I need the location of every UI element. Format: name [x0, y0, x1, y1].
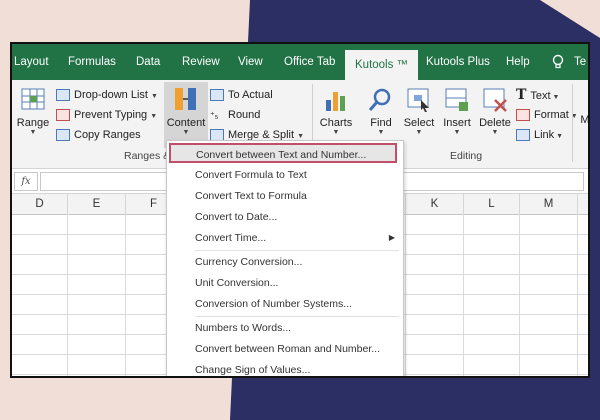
menu-item-convert-time[interactable]: Convert Time... ▶ [167, 228, 403, 248]
charts-button[interactable]: Charts ▼ [318, 86, 354, 136]
chevron-down-icon: ▼ [415, 129, 423, 136]
menu-separator [195, 250, 399, 251]
chevron-down-icon: ▼ [29, 129, 37, 136]
menu-item-convert-text-number[interactable]: Convert between Text and Number... [169, 143, 397, 163]
prevent-typing-button[interactable]: Prevent Typing ▼ [56, 106, 157, 124]
tab-data[interactable]: Data [136, 44, 160, 80]
group-label-ranges: Ranges & [124, 150, 171, 162]
chevron-right-icon: ▶ [388, 233, 395, 242]
column-header-e[interactable]: E [68, 194, 126, 214]
link-label: Link [534, 129, 555, 141]
menu-item-formula-to-text[interactable]: Convert Formula to Text [167, 165, 403, 185]
prevent-typing-icon [56, 109, 70, 122]
delete-button[interactable]: Delete ▼ [478, 86, 512, 136]
chevron-down-icon: ▼ [182, 129, 190, 136]
copy-ranges-icon [56, 129, 70, 142]
menu-item-currency-conversion[interactable]: Currency Conversion... [167, 252, 403, 272]
copy-ranges-button[interactable]: Copy Ranges [56, 126, 141, 144]
column-header-d[interactable]: D [12, 194, 68, 214]
delete-icon [483, 88, 507, 112]
menu-item-unit-conversion[interactable]: Unit Conversion... [167, 273, 403, 293]
round-icon: ⁺₅ [210, 110, 219, 121]
content-icon [175, 88, 196, 110]
format-button[interactable]: Format ▼ [516, 106, 578, 124]
tab-kutools[interactable]: Kutools ™ [345, 50, 419, 80]
range-label: Range [16, 117, 50, 129]
find-button[interactable]: Find ▼ [364, 86, 398, 136]
select-label: Select [403, 117, 435, 129]
delete-label: Delete [479, 117, 511, 129]
group-separator [572, 84, 573, 162]
text-label: Text [530, 90, 551, 102]
insert-button[interactable]: Insert ▼ [440, 86, 474, 136]
copy-ranges-label: Copy Ranges [74, 129, 141, 141]
text-icon: T [516, 87, 527, 103]
lightbulb-icon[interactable] [552, 44, 564, 80]
tab-review[interactable]: Review [182, 44, 220, 80]
prevent-typing-label: Prevent Typing [74, 109, 148, 121]
content-button[interactable]: Content ▼ [164, 82, 208, 148]
link-icon [516, 129, 530, 142]
menu-item-convert-time-label: Convert Time... [195, 232, 267, 244]
tab-formulas[interactable]: Formulas [68, 44, 116, 80]
to-actual-label: To Actual [228, 89, 273, 101]
group-label-editing: Editing [450, 150, 483, 162]
content-dropdown-menu: Convert between Text and Number... Conve… [166, 140, 404, 376]
select-button[interactable]: Select ▼ [402, 86, 436, 136]
format-label: Format [534, 109, 569, 121]
dropdown-list-button[interactable]: Drop-down List ▼ [56, 86, 158, 104]
chevron-down-icon: ▼ [332, 129, 340, 136]
column-header-k[interactable]: K [406, 194, 464, 214]
chevron-down-icon: ▼ [491, 129, 499, 136]
chevron-down-icon: ▼ [453, 129, 461, 136]
select-icon [407, 88, 429, 112]
menu-item-convert-to-date[interactable]: Convert to Date... [167, 207, 403, 227]
charts-icon [326, 92, 345, 111]
insert-label: Insert [443, 117, 471, 129]
dropdown-list-icon [56, 89, 70, 102]
search-icon [368, 88, 391, 111]
menu-item-text-to-formula[interactable]: Convert Text to Formula [167, 186, 403, 206]
insert-icon [445, 88, 468, 111]
format-icon [516, 109, 530, 122]
chevron-down-icon: ▼ [377, 129, 385, 136]
tab-kutools-plus[interactable]: Kutools Plus [426, 44, 490, 80]
text-button[interactable]: T Text ▼ [516, 86, 559, 104]
dropdown-list-label: Drop-down List [74, 89, 148, 101]
round-label: Round [228, 109, 261, 121]
menu-item-roman-number[interactable]: Convert between Roman and Number... [167, 339, 403, 359]
tab-layout[interactable]: Layout [14, 44, 49, 80]
menu-item-numbers-to-words[interactable]: Numbers to Words... [167, 318, 403, 338]
to-actual-button[interactable]: To Actual [210, 86, 273, 104]
tab-view[interactable]: View [238, 44, 263, 80]
round-button[interactable]: ⁺₅ Round [210, 106, 260, 124]
to-actual-icon [210, 89, 224, 102]
menu-item-change-sign[interactable]: Change Sign of Values... [167, 360, 403, 376]
ribbon-tab-bar: Layout Formulas Data Review View Office … [12, 44, 588, 80]
range-button[interactable]: Range ▼ [14, 86, 52, 136]
link-button[interactable]: Link ▼ [516, 126, 563, 144]
range-icon [21, 88, 45, 110]
column-header-m[interactable]: M [520, 194, 578, 214]
tab-office-tab[interactable]: Office Tab [284, 44, 335, 80]
tab-tell-me[interactable]: Te [574, 44, 586, 80]
fx-icon[interactable]: fx [14, 172, 38, 191]
find-label: Find [370, 117, 392, 129]
tab-help[interactable]: Help [506, 44, 530, 80]
column-header-l[interactable]: L [464, 194, 520, 214]
menu-separator [195, 316, 399, 317]
content-label: Content [166, 117, 206, 129]
menu-item-number-systems[interactable]: Conversion of Number Systems... [167, 294, 403, 314]
charts-label: Charts [319, 117, 353, 129]
excel-window: Layout Formulas Data Review View Office … [10, 42, 590, 378]
more-button[interactable]: M [578, 114, 588, 126]
